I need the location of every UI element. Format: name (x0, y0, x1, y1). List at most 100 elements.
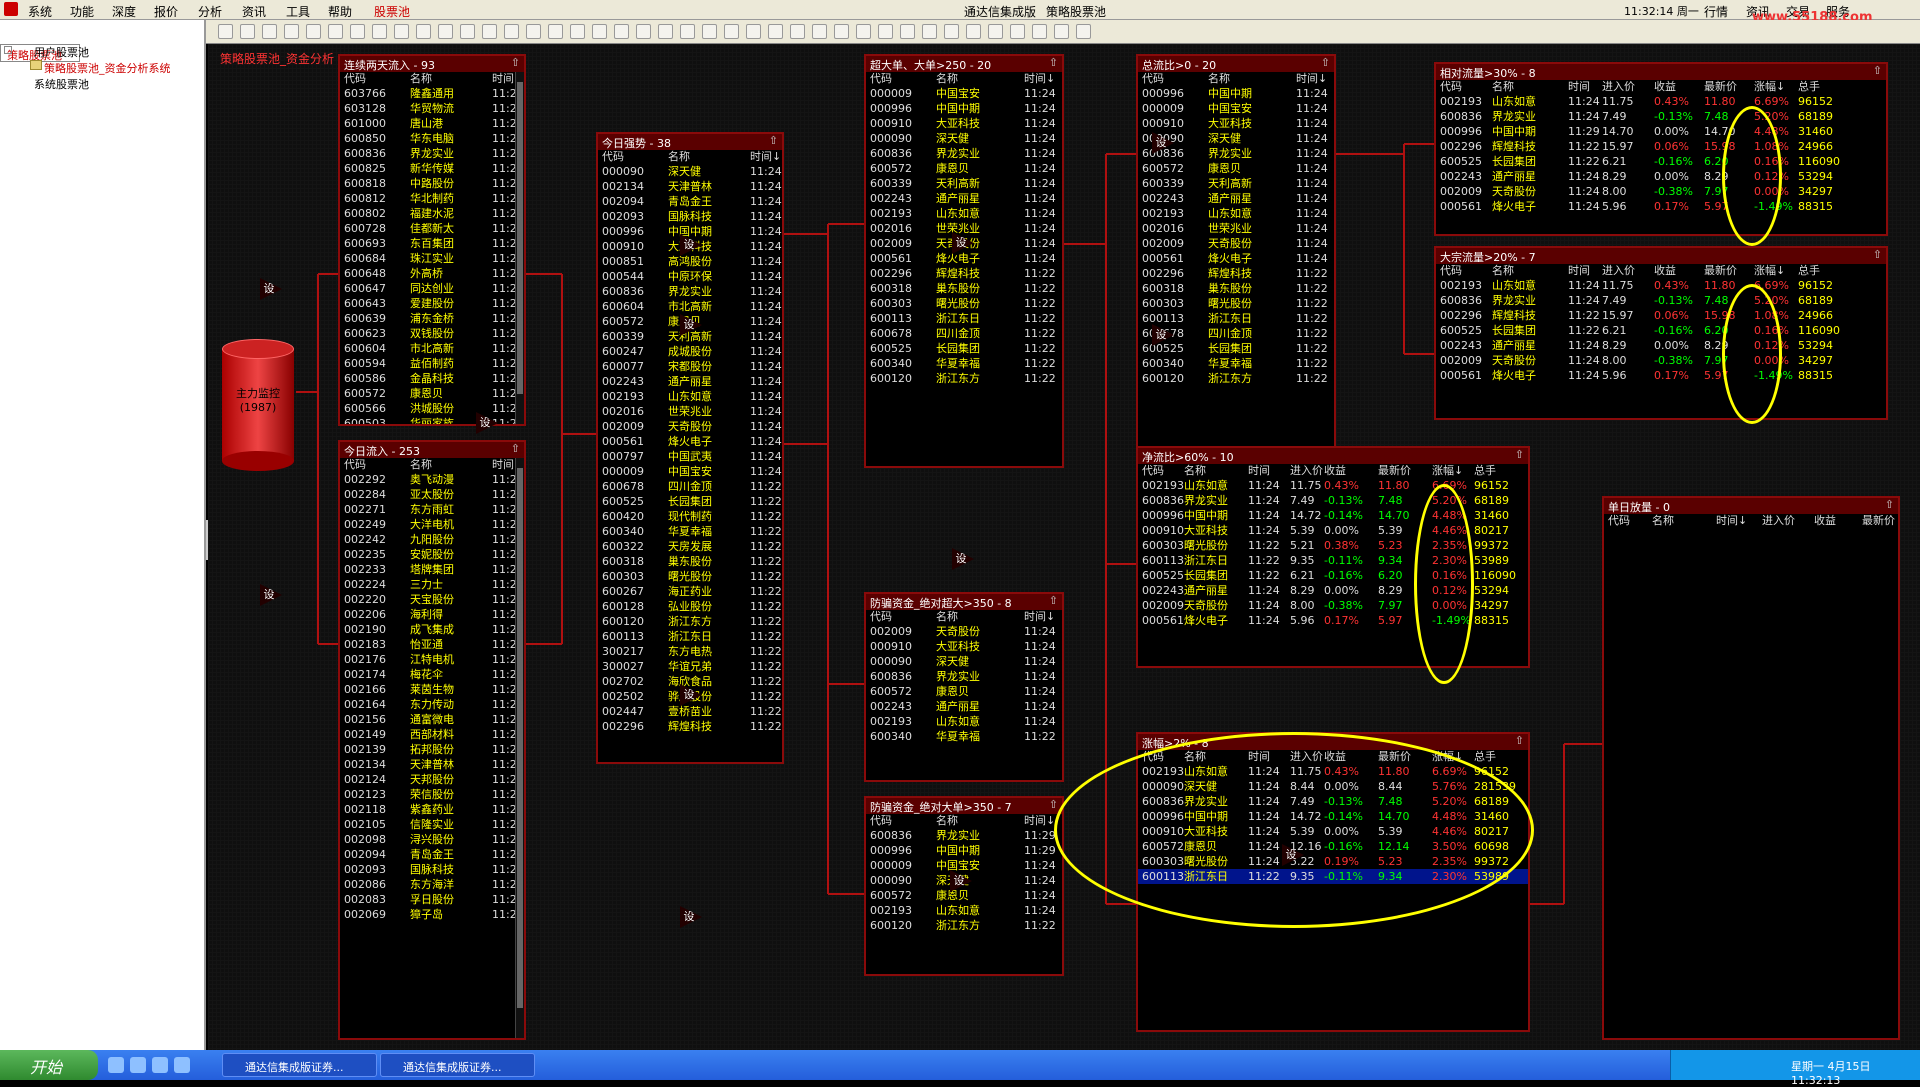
table-row[interactable]: 000851 高鸿股份 11:246.88 (598, 254, 782, 269)
pin-icon[interactable]: ⇧ (1885, 498, 1894, 511)
toolbar-button-icon[interactable] (966, 24, 981, 39)
table-row[interactable]: 600340华夏幸福11:2225.89 (1138, 356, 1334, 371)
table-row[interactable]: 600836 界龙实业 11:24 7.49 -0.13% 7.48 5.20% 68189 (1436, 109, 1886, 124)
table-row[interactable]: 002193山东如意11:2411.75 (1138, 206, 1334, 221)
table-row[interactable]: 002134 天津普林 11:245.58 (598, 179, 782, 194)
menu-item-depth[interactable]: 深度 (112, 3, 136, 20)
table-row[interactable]: 600303 曙光股份 11:22 5.21 (1138, 296, 1334, 311)
table-row[interactable]: 002166莱茵生物11:2419.06 (340, 682, 524, 697)
table-row[interactable]: 002094青岛金王11:249.20 (598, 194, 782, 209)
toolbar-button-icon[interactable] (768, 24, 783, 39)
table-row[interactable]: 002292奥飞动漫11:2419.18 (340, 472, 524, 487)
table-row[interactable]: 600850华东电脑11:2324.72 (340, 131, 524, 146)
column-4[interactable]: 收益 (1324, 464, 1346, 478)
table-row[interactable]: 002224三力士11:2410.43 (340, 577, 524, 592)
table-row[interactable]: 002124天邦股份11:247.22 (340, 772, 524, 787)
toolbar-button-icon[interactable] (504, 24, 519, 39)
column-0[interactable]: 代码 (1440, 264, 1462, 278)
column-1[interactable]: 名称 (936, 72, 958, 86)
table-row[interactable]: 002094青岛金王11:249.20 (340, 847, 524, 862)
table-row[interactable]: 600639浦东金桥11:238.15 (340, 311, 524, 326)
toolbar-button-icon[interactable] (702, 24, 717, 39)
table-row[interactable]: 002193山东如意11:2411.75 (598, 389, 782, 404)
panel-cdd[interactable]: 超大单、大单>250 - 20 ⇧ 代码 名称 时间↓ 进入价 000009 中国宝安 11:2… (864, 54, 1064, 468)
toolbar-button-icon[interactable] (1010, 24, 1025, 39)
panel-fpcd[interactable]: 防骗资金_绝对超大>350 - 8 ⇧ 代码 名称 时间↓ 进入价 002009 天奇股份 11… (864, 592, 1064, 782)
pin-icon[interactable]: ⇧ (1873, 248, 1882, 261)
menu-item-function[interactable]: 功能 (70, 3, 94, 20)
table-row[interactable]: 600678 四川金顶 11:228.19 (598, 479, 782, 494)
column-7[interactable]: 总手 (1798, 264, 1820, 278)
table-row[interactable]: 600120 浙江东方 11:2211.67 (598, 614, 782, 629)
table-row[interactable]: 600525 长园集团 11:22 6.21 (866, 341, 1062, 356)
table-row[interactable]: 000090 深天健 11:24 8.44 (866, 654, 1062, 669)
table-row[interactable]: 002009 天奇股份 11:24 8.00 -0.38% 7.97 0.00% 34297 (1436, 184, 1886, 199)
column-7[interactable]: 总手 (1474, 750, 1496, 764)
table-row[interactable]: 002296 辉煌科技 11:2215.97 (598, 719, 782, 734)
pin-icon[interactable]: ⇧ (1049, 798, 1058, 811)
table-row[interactable]: 002193 山东如意 11:24 11.75 0.43% 11.80 6.69% 96152 (1436, 94, 1886, 109)
table-row[interactable]: 600836 界龙实业 11:24 7.49 (866, 146, 1062, 161)
table-row[interactable]: 600648外高桥11:2313.11 (340, 266, 524, 281)
table-row[interactable]: 002183怡亚通11:245.27 (340, 637, 524, 652)
table-row[interactable]: 600339 天利高新 11:24 4.64 (1138, 176, 1334, 191)
table-row[interactable]: 600267 海正药业 11:2213.71 (598, 584, 782, 599)
toolbar-button-icon[interactable] (988, 24, 1003, 39)
column-1[interactable]: 名称 (936, 610, 958, 624)
column-1[interactable]: 名称 (1184, 464, 1206, 478)
table-row[interactable]: 002233塔牌集团11:247.66 (340, 562, 524, 577)
panel-jrqs[interactable]: 今日强势 - 38⇧代码名称时间↓进入价000090深天健11:248.4400… (596, 132, 784, 764)
table-row[interactable]: 002243通产丽星11:248.29 (598, 374, 782, 389)
table-row[interactable]: 600572 康恩贝 11:24 12.16 (1138, 161, 1334, 176)
toolbar-button-icon[interactable] (592, 24, 607, 39)
table-row[interactable]: 002009 天奇股份 11:24 8.00 -0.38% 7.97 0.00% 34297 (1436, 353, 1886, 368)
table-row[interactable]: 000009 中国宝安 11:24 10.15 (866, 86, 1062, 101)
column-0[interactable]: 代码 (344, 458, 366, 472)
table-row[interactable]: 600340华夏幸福11:2225.89 (598, 524, 782, 539)
desktop-icon[interactable] (174, 1057, 190, 1073)
menu-item-quote[interactable]: 报价 (154, 3, 178, 20)
table-row[interactable]: 002086东方海洋11:2410.33 (340, 877, 524, 892)
table-row[interactable]: 000561烽火电子11:245.96 (598, 434, 782, 449)
table-row[interactable]: 000996 中国中期 11:2414.72 (598, 224, 782, 239)
column-3[interactable]: 进入价 (782, 150, 784, 164)
table-row[interactable]: 600303 曙光股份 11:22 5.21 (866, 296, 1062, 311)
toolbar-button-icon[interactable] (460, 24, 475, 39)
panel-lxlr[interactable]: 连续两天流入 - 93⇧代码名称时间↓进入价603766隆鑫通用11:239.5… (338, 54, 526, 426)
table-row[interactable]: 600128 弘业股份 11:229.20 (598, 599, 782, 614)
table-row[interactable]: 002243通产丽星11:248.29 (866, 191, 1062, 206)
column-1[interactable]: 名称 (936, 814, 958, 828)
table-row[interactable]: 000561 烽火电子 11:24 5.96 0.17% 5.97 -1.49% 88315 (1436, 199, 1886, 214)
table-row[interactable]: 000910 大亚科技 11:24 5.39 (1138, 116, 1334, 131)
column-3[interactable]: 进入价 (1062, 610, 1064, 624)
table-row[interactable]: 600525 长园集团 11:22 6.21 -0.16% 6.20 0.16% 116090 (1436, 323, 1886, 338)
table-row[interactable]: 002009 天奇股份 11:248.00 (598, 419, 782, 434)
menu-item-help[interactable]: 帮助 (328, 3, 352, 20)
tree-item-system-pool[interactable]: 系统股票池 (34, 76, 89, 92)
table-row[interactable]: 002243通产丽星11:248.29 (1138, 191, 1334, 206)
table-row[interactable]: 600586金晶科技11:233.99 (340, 371, 524, 386)
column-0[interactable]: 代码 (870, 610, 892, 624)
table-row[interactable]: 002139拓邦股份11:245.61 (340, 742, 524, 757)
column-4[interactable]: 收益 (1654, 264, 1676, 278)
table-row[interactable]: 000561烽火电子11:245.96 (1138, 251, 1334, 266)
table-row[interactable]: 000544 中原环保 11:2412.38 (598, 269, 782, 284)
table-row[interactable]: 002193山东如意11:2411.75 (866, 903, 1062, 918)
column-2[interactable]: 时间↓ (1296, 72, 1327, 86)
toolbar-button-icon[interactable] (350, 24, 365, 39)
toolbar-button-icon[interactable] (944, 24, 959, 39)
scrollbar-thumb[interactable] (517, 468, 523, 1008)
table-row[interactable]: 000910 大亚科技 11:24 5.39 (866, 639, 1062, 654)
expand-icon[interactable] (4, 46, 12, 54)
table-row[interactable]: 600684珠江实业11:2311.82 (340, 251, 524, 266)
table-row[interactable]: 600836界龙实业11:237.48 (340, 146, 524, 161)
pin-icon[interactable]: ⇧ (1515, 734, 1524, 747)
table-row[interactable]: 600322 天房发展 11:223.29 (598, 539, 782, 554)
table-row[interactable]: 002093 国脉科技 11:244.56 (598, 209, 782, 224)
toolbar-button-icon[interactable] (482, 24, 497, 39)
toolbar-button-icon[interactable] (1054, 24, 1069, 39)
toolbar-button-icon[interactable] (834, 24, 849, 39)
taskbar-window-2[interactable]: 通达信集成版证券... (380, 1053, 535, 1077)
column-6[interactable]: 涨幅↓ (1754, 264, 1785, 278)
menu-item-system[interactable]: 系统 (28, 3, 52, 20)
